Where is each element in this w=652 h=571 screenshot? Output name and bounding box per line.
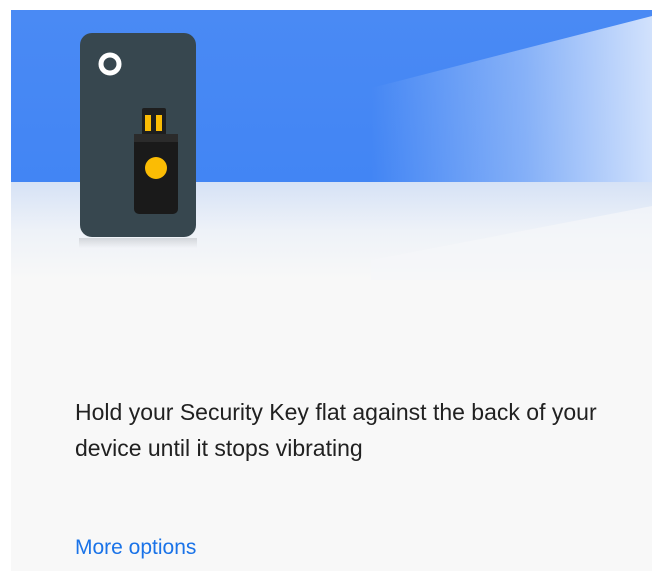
- prompt-panel: Hold your Security Key flat against the …: [11, 10, 652, 571]
- instruction-text: Hold your Security Key flat against the …: [75, 399, 597, 461]
- hero-illustration: [11, 10, 652, 280]
- security-key-prompt-screen: Hold your Security Key flat against the …: [0, 0, 652, 571]
- more-options-link[interactable]: More options: [75, 534, 196, 562]
